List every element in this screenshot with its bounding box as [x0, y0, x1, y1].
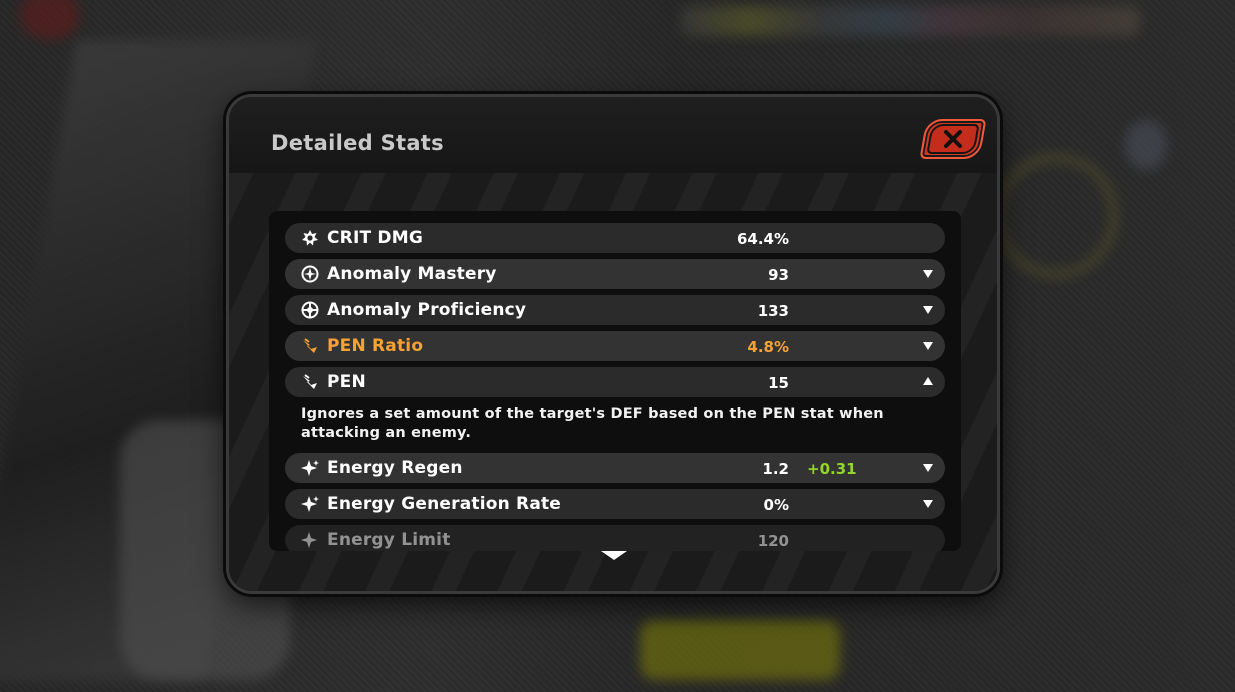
stat-row-anomaly-proficiency[interactable]: Anomaly Proficiency 133 — [285, 295, 945, 325]
chevron-down-icon[interactable] — [923, 342, 933, 350]
stat-value: 120 — [757, 532, 789, 550]
background-top-bar — [680, 6, 1140, 36]
energy-limit-icon — [301, 532, 317, 548]
anomaly-mastery-icon — [301, 265, 319, 283]
stat-row-crit-dmg[interactable]: CRIT DMG 64.4% — [285, 223, 945, 253]
stat-label: Anomaly Mastery — [327, 264, 497, 284]
stat-label: Anomaly Proficiency — [327, 300, 527, 320]
crit-dmg-icon — [302, 230, 318, 246]
stat-label: CRIT DMG — [327, 228, 423, 248]
stat-value: 133 — [757, 302, 789, 320]
stat-value: 0% — [763, 496, 789, 514]
stat-value: 1.2 — [762, 460, 789, 478]
stat-row-energy-limit[interactable]: Energy Limit 120 — [285, 525, 945, 551]
stat-label: Energy Generation Rate — [327, 494, 562, 514]
close-button-inner — [926, 124, 980, 154]
stat-row-pen-ratio[interactable]: PEN Ratio 4.8% — [285, 331, 945, 361]
pen-icon — [303, 374, 317, 389]
stat-row-anomaly-mastery[interactable]: Anomaly Mastery 93 — [285, 259, 945, 289]
chevron-up-icon[interactable] — [923, 377, 933, 385]
stat-value: 15 — [768, 374, 789, 392]
scroll-down-icon[interactable] — [601, 551, 627, 560]
close-button[interactable] — [919, 119, 987, 159]
stat-value: 93 — [768, 266, 789, 284]
dialog-body: CRIT DMG 64.4% Anomaly Mastery 93 Anomal… — [229, 173, 997, 591]
stats-list-panel[interactable]: CRIT DMG 64.4% Anomaly Mastery 93 Anomal… — [269, 211, 961, 551]
detailed-stats-dialog: Detailed Stats CRIT DMG 64.4% Anomaly Ma… — [226, 94, 1000, 594]
stat-label: PEN — [327, 372, 366, 392]
stat-row-pen[interactable]: PEN 15 — [285, 367, 945, 397]
background-logo — [20, 0, 80, 40]
chevron-down-icon[interactable] — [923, 270, 933, 278]
stats-list: CRIT DMG 64.4% Anomaly Mastery 93 Anomal… — [285, 223, 945, 551]
stat-label: PEN Ratio — [327, 336, 424, 356]
stat-value: 4.8% — [747, 338, 789, 356]
stat-row-energy-regen[interactable]: Energy Regen 1.2 +0.31 — [285, 453, 945, 483]
background-button — [640, 620, 840, 680]
stat-description: Ignores a set amount of the target's DEF… — [301, 406, 884, 441]
stat-row-energy-generation-rate[interactable]: Energy Generation Rate 0% — [285, 489, 945, 519]
energy-regen-icon — [301, 460, 319, 476]
chevron-down-icon[interactable] — [923, 500, 933, 508]
anomaly-proficiency-icon — [301, 301, 319, 319]
chevron-down-icon[interactable] — [923, 306, 933, 314]
dialog-header: Detailed Stats — [229, 97, 997, 173]
background-emblem — [995, 155, 1117, 277]
close-x-icon — [944, 130, 962, 148]
chevron-down-icon[interactable] — [923, 464, 933, 472]
background-badge — [1125, 120, 1167, 170]
stat-label: Energy Limit — [327, 530, 451, 550]
stat-label: Energy Regen — [327, 458, 463, 478]
stat-value: 64.4% — [736, 230, 789, 248]
dialog-title: Detailed Stats — [271, 131, 444, 155]
stat-bonus: +0.31 — [807, 460, 857, 478]
pen-ratio-icon — [303, 338, 317, 353]
energy-generation-icon — [301, 496, 319, 512]
